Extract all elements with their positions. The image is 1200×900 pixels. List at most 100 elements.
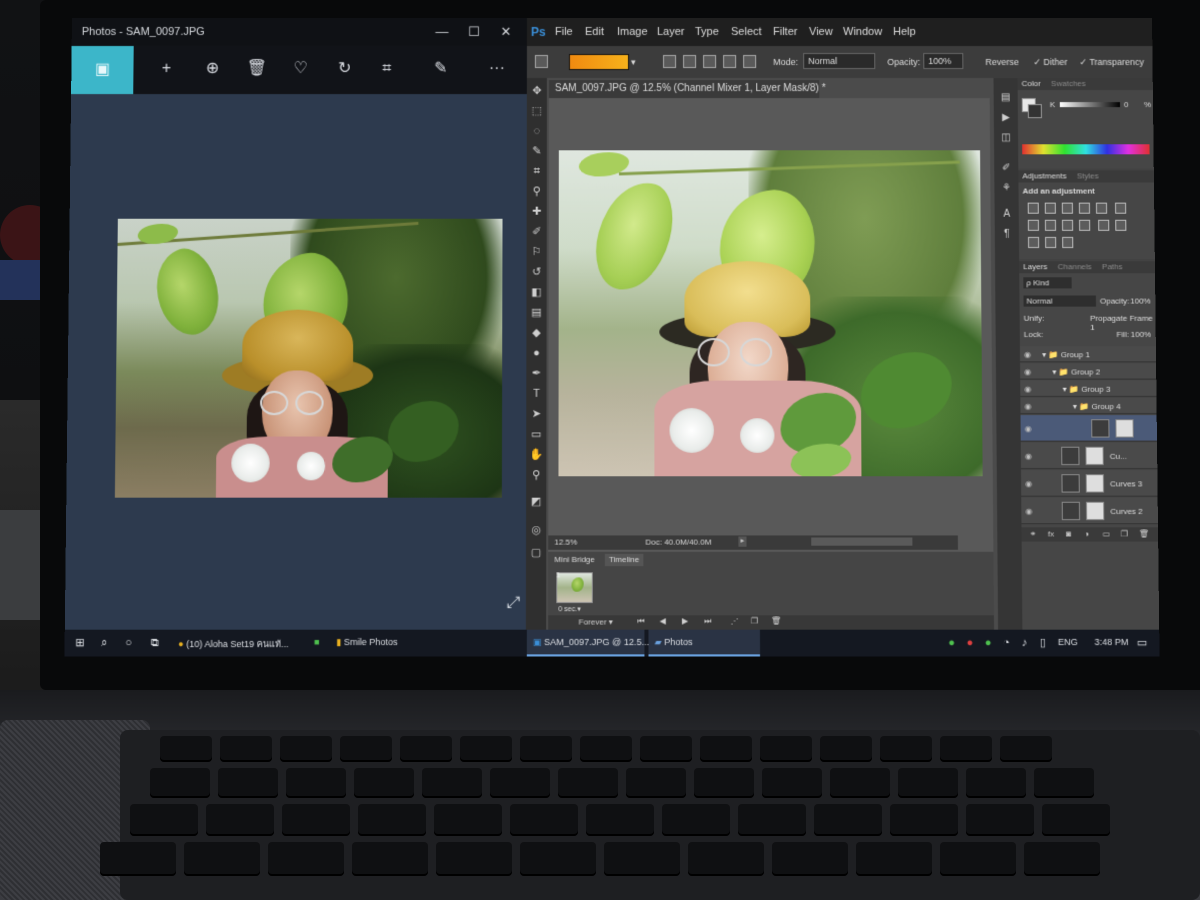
network-icon[interactable]: ◔ — [999, 636, 1013, 650]
zoom-icon[interactable]: ⊕ — [199, 56, 225, 82]
taskbar-item-chrome[interactable]: ● (10) Aloha Set19 คนแท้... — [172, 630, 304, 657]
eraser-tool-icon[interactable]: ◧ — [529, 285, 543, 299]
tab-swatches[interactable]: Swatches — [1051, 79, 1086, 88]
menu-type[interactable]: Type — [695, 26, 719, 38]
tween-icon[interactable]: ⋰ — [731, 616, 739, 625]
horizontal-scrollbar[interactable] — [811, 537, 913, 546]
crop-tool-icon[interactable]: ⌗ — [530, 164, 544, 178]
tray-app-icon[interactable]: ● — [963, 636, 977, 650]
tab-styles[interactable]: Styles — [1077, 171, 1099, 180]
next-frame-icon[interactable]: ⏭ — [704, 616, 711, 626]
new-group-icon[interactable]: ▭ — [1102, 529, 1110, 538]
layer-opacity-field[interactable]: 100% — [1130, 297, 1151, 306]
delete-frame-icon[interactable]: 🗑 — [771, 616, 781, 625]
layer-row[interactable]: ◉ ▾ 📁 Group 4 — [1020, 397, 1157, 415]
angle-gradient-button[interactable] — [703, 55, 717, 69]
brush-tool-icon[interactable]: ✐ — [530, 225, 544, 239]
notifications-icon[interactable]: ▭ — [1135, 636, 1149, 650]
layer-mask-thumb[interactable] — [1085, 474, 1105, 493]
maximize-icon[interactable]: ☐ — [464, 22, 484, 42]
gradient-swatch[interactable] — [568, 54, 630, 71]
gradient-dropdown-icon[interactable]: ▾ — [631, 57, 636, 68]
type-tool-icon[interactable]: T — [529, 387, 543, 401]
fullscreen-icon[interactable]: ⤢ — [507, 595, 520, 613]
history-panel-icon[interactable]: ▤ — [999, 92, 1013, 106]
vibrance-icon[interactable] — [1095, 202, 1108, 214]
minimize-icon[interactable]: — — [432, 22, 452, 42]
new-layer-icon[interactable]: ❐ — [1121, 529, 1128, 538]
doc-size[interactable]: Doc: 40.0M/40.0M — [645, 538, 711, 547]
hue-saturation-icon[interactable] — [1115, 202, 1127, 214]
edit-icon[interactable]: ✎ — [428, 56, 454, 82]
taskbar-item-photos[interactable]: ▰ Photos — [648, 629, 761, 657]
background-color-swatch[interactable] — [1027, 104, 1042, 119]
k-slider[interactable] — [1059, 102, 1120, 108]
blur-tool-icon[interactable]: ◆ — [529, 326, 543, 340]
selective-color-icon[interactable] — [1062, 236, 1074, 249]
pen-tool-icon[interactable]: ✒ — [529, 366, 543, 380]
layer-row[interactable]: ◉ ▾ 📁 Group 3 — [1020, 380, 1157, 397]
color-spectrum[interactable] — [1022, 144, 1150, 155]
zoom-tool-icon[interactable]: ⚲ — [529, 468, 543, 482]
history-brush-tool-icon[interactable]: ↺ — [530, 265, 544, 279]
visibility-eye-icon[interactable]: ◉ — [1025, 451, 1032, 460]
battery-icon[interactable]: ▯ — [1036, 636, 1050, 650]
opacity-field[interactable]: 100% — [923, 53, 964, 70]
menu-image[interactable]: Image — [617, 26, 648, 38]
visibility-eye-icon[interactable]: ◉ — [1025, 506, 1032, 515]
clock[interactable]: 3:48 PM — [1088, 630, 1134, 657]
menu-select[interactable]: Select — [731, 26, 762, 38]
layer-mask-thumb[interactable] — [1085, 446, 1104, 466]
black-white-icon[interactable] — [1044, 219, 1057, 231]
reflected-gradient-button[interactable] — [723, 55, 737, 69]
tool-preset-picker[interactable] — [534, 55, 548, 69]
layer-row[interactable]: ◉ Curves 3 — [1020, 470, 1158, 497]
menu-help[interactable]: Help — [893, 26, 916, 38]
link-layers-icon[interactable]: ⚭ — [1030, 529, 1037, 538]
search-icon[interactable]: ⌕ — [97, 636, 111, 650]
eyedropper-tool-icon[interactable]: ⚲ — [530, 185, 544, 199]
clone-source-panel-icon[interactable]: ⚘ — [999, 182, 1013, 196]
prev-frame-icon[interactable]: ◀ — [660, 616, 666, 625]
actions-panel-icon[interactable]: ▶ — [999, 112, 1013, 126]
tab-channels[interactable]: Channels — [1058, 262, 1092, 271]
gradient-tool-icon[interactable]: ▤ — [529, 306, 543, 320]
layer-row[interactable]: ◉ ▾ 📁 Group 1 — [1019, 346, 1157, 363]
close-icon[interactable]: ✕ — [496, 22, 516, 42]
menu-edit[interactable]: Edit — [585, 26, 604, 38]
foreground-background-icon[interactable]: ◩ — [529, 495, 543, 509]
document-tab[interactable]: SAM_0097.JPG @ 12.5% (Channel Mixer 1, L… — [548, 80, 826, 99]
layer-style-icon[interactable]: fx — [1048, 529, 1054, 538]
paragraph-panel-icon[interactable]: ¶ — [1000, 229, 1014, 243]
tab-mini-bridge[interactable]: Mini Bridge — [550, 554, 599, 566]
document-area[interactable] — [548, 98, 994, 554]
visibility-eye-icon[interactable]: ◉ — [1024, 349, 1031, 358]
task-view-icon[interactable]: ⧉ — [148, 636, 162, 650]
invert-icon[interactable] — [1098, 219, 1110, 231]
brightness-icon[interactable] — [1027, 202, 1039, 214]
menu-window[interactable]: Window — [843, 26, 882, 38]
fill-field[interactable]: 100% — [1131, 330, 1152, 339]
add-mask-icon[interactable]: ◙ — [1066, 529, 1071, 538]
levels-icon[interactable] — [1044, 202, 1056, 214]
hand-tool-icon[interactable]: ✋ — [529, 448, 543, 462]
status-arrow-icon[interactable]: ▸ — [738, 536, 747, 547]
delete-layer-icon[interactable]: 🗑 — [1139, 529, 1149, 538]
layer-mask-thumb[interactable] — [1115, 419, 1134, 438]
tab-adjustments[interactable]: Adjustments — [1022, 171, 1066, 180]
zoom-level[interactable]: 12.5% — [554, 538, 577, 547]
taskbar-item-smile-photos[interactable]: ▮ Smile Photos — [330, 630, 523, 657]
layer-filter-select[interactable]: ρ Kind — [1023, 277, 1072, 289]
slideshow-icon[interactable]: ▣ — [71, 46, 134, 95]
delete-icon[interactable]: 🗑 — [243, 56, 269, 82]
visibility-eye-icon[interactable]: ◉ — [1025, 478, 1032, 487]
start-icon[interactable]: ⊞ — [73, 636, 87, 650]
tab-timeline[interactable]: Timeline — [604, 553, 644, 567]
k-value[interactable]: 0 — [1124, 100, 1129, 109]
menu-layer[interactable]: Layer — [657, 26, 685, 38]
menu-file[interactable]: File — [555, 26, 573, 38]
lasso-tool-icon[interactable]: ◌ — [530, 124, 544, 138]
quick-select-tool-icon[interactable]: ✎ — [530, 144, 544, 158]
shape-tool-icon[interactable]: ▭ — [529, 427, 543, 441]
threshold-icon[interactable] — [1027, 236, 1040, 249]
